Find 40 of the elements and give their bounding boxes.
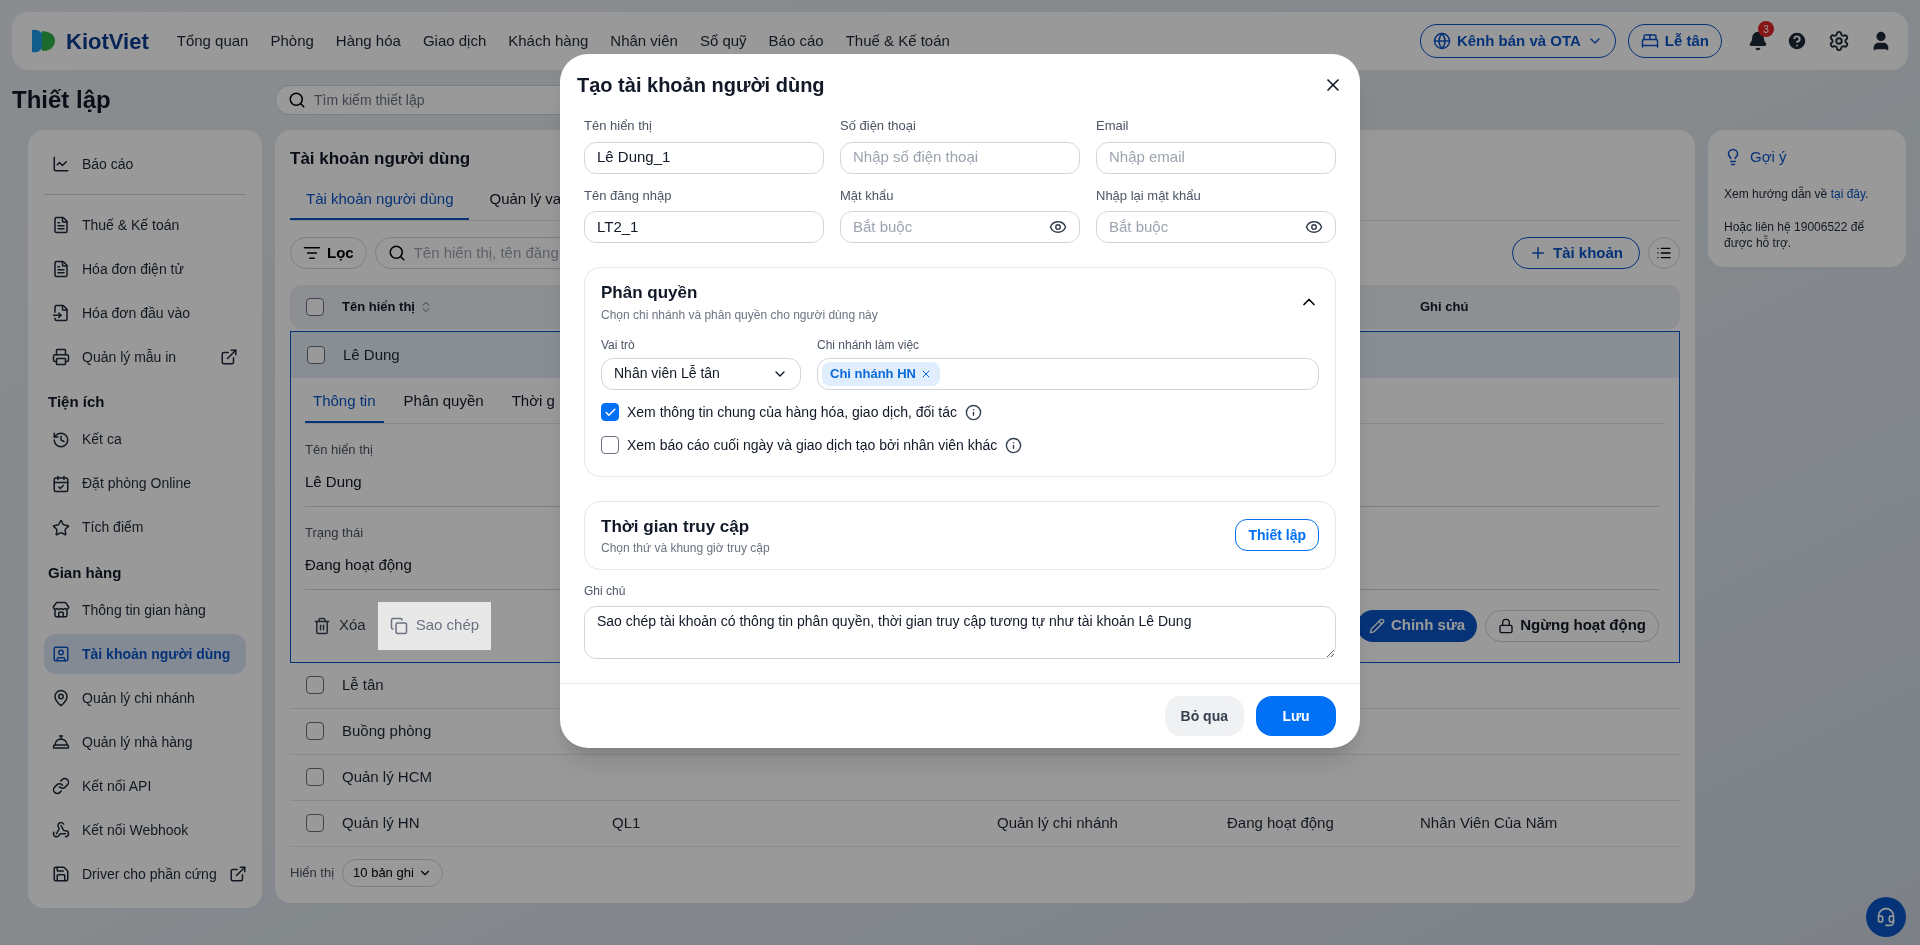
field-label: Tên hiển thị	[584, 117, 653, 135]
field-label: Vai trò	[601, 336, 636, 354]
section-title: Tài khoản người dùng	[290, 148, 471, 170]
card-subtitle: Chọn chi nhánh và phân quyền cho người dùng này	[601, 306, 878, 324]
table-cell-text: Quản lý HN	[342, 812, 421, 833]
table-cell-text: QL1	[612, 812, 642, 833]
table-cell-text: Buồng phòng	[342, 720, 433, 741]
table-cell-text: Quản lý chi nhánh	[997, 812, 1119, 833]
field-label: Ghi chú	[584, 583, 627, 600]
field-value: Lê Dung	[305, 472, 362, 492]
hint-text: Xem hướng dẫn về tại đây.	[1724, 185, 1870, 203]
field-label: Chi nhánh làm việc	[817, 336, 921, 354]
checkbox-label: Xem thông tin chung của hàng hóa, giao dịch, đối tác	[627, 402, 957, 422]
page-title: Thiết lập	[12, 85, 112, 115]
sidebar-heading: Tiện ích	[47, 392, 106, 412]
field-label: Trạng thái	[305, 523, 364, 542]
card-title: Phân quyền	[601, 282, 699, 304]
field-label: Số điện thoại	[840, 117, 917, 135]
table-cell-text: Lễ tân	[342, 674, 385, 695]
hint-title: Gợi ý	[1750, 147, 1787, 167]
sidebar-heading: Gian hàng	[47, 562, 123, 583]
page-size-label: Hiển thị	[290, 863, 335, 882]
column-header: Ghi chú	[1419, 298, 1470, 317]
field-value: Đang hoạt động	[305, 555, 412, 575]
card-title: Thời gian truy cập	[601, 515, 751, 538]
field-label: Email	[1096, 117, 1130, 135]
field-label: Tên hiển thị	[305, 440, 373, 459]
field-label: Nhập lại mật khẩu	[1096, 186, 1202, 205]
notification-badge: 3	[1758, 21, 1774, 37]
field-label: Tên đăng nhập	[584, 186, 673, 205]
hint-contact: Hoặc liên hệ 19006522 để được hỗ trợ.	[1724, 218, 1866, 251]
branch-tag: Chi nhánh HN	[822, 361, 940, 386]
field-label: Mật khẩu	[840, 186, 895, 205]
table-cell-text: Nhân Viên Của Năm	[1419, 812, 1559, 833]
logo-text: KiotViet	[66, 27, 149, 56]
dialog-title: Tạo tài khoản người dùng	[577, 73, 825, 98]
card-subtitle: Chọn thứ và khung giờ truy cập	[601, 540, 770, 557]
table-cell-text: Quản lý HCM	[342, 766, 434, 787]
table-cell-text: Đang hoạt động	[1227, 812, 1335, 833]
checkbox-label: Xem báo cáo cuối ngày và giao dịch tạo bởi nhân viên khác	[627, 435, 998, 455]
